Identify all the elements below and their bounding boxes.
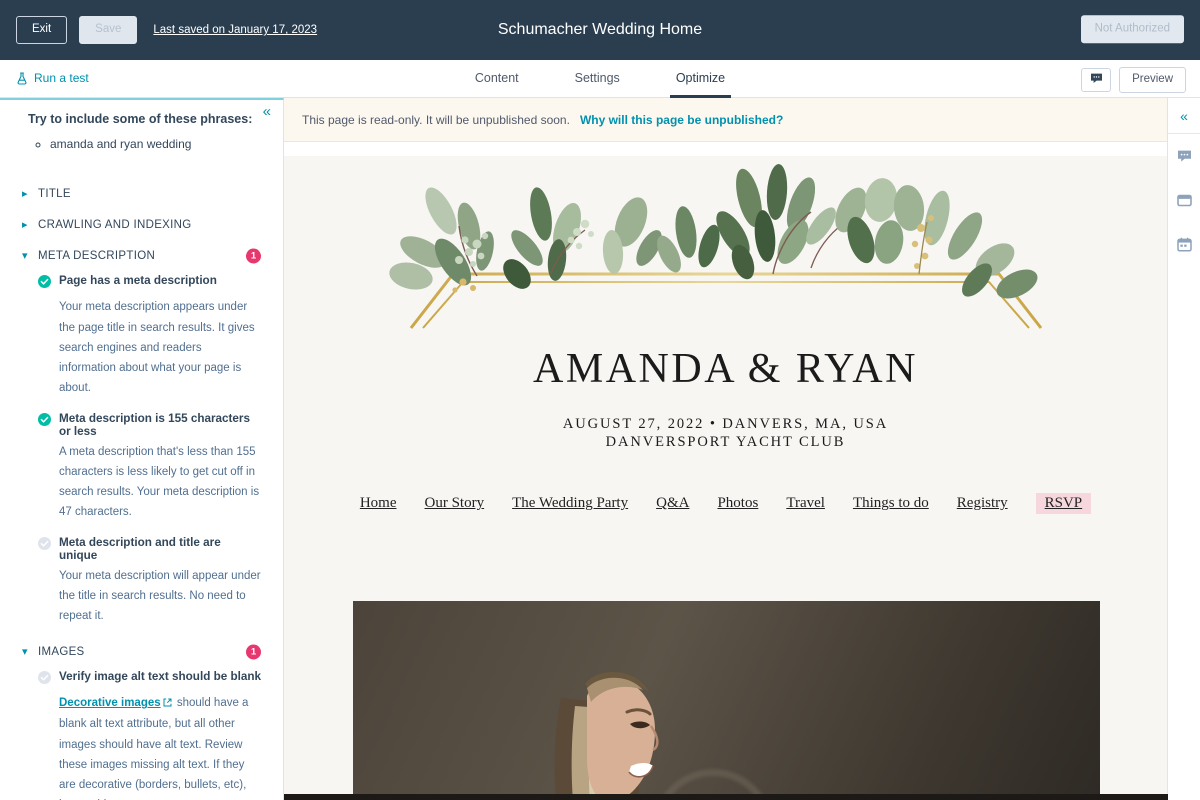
section-crawling-and-indexing[interactable]: ▸ CRAWLING AND INDEXING — [22, 209, 261, 240]
section-crawling-label: CRAWLING AND INDEXING — [38, 218, 192, 231]
comment-icon[interactable] — [1168, 134, 1200, 178]
collapse-right-icon[interactable]: « — [1168, 98, 1200, 134]
wedding-details: AUGUST 27, 2022 • DANVERS, MA, USA DANVE… — [284, 415, 1167, 451]
check-label: Meta description and title are unique — [59, 535, 221, 562]
list-item: amanda and ryan wedding — [50, 134, 283, 154]
page-preview: This page is read-only. It will be unpub… — [284, 98, 1168, 800]
preview-bottom-edge — [284, 794, 1168, 800]
site-navigation: Home Our Story The Wedding Party Q&A Pho… — [284, 493, 1167, 515]
chevron-right-icon: ▸ — [22, 219, 28, 232]
not-authorized-button[interactable]: Not Authorized — [1080, 15, 1184, 43]
status-badge: 1 — [246, 644, 261, 660]
nav-link-home[interactable]: Home — [360, 495, 397, 512]
why-unpublished-link[interactable]: Why will this page be unpublished? — [580, 113, 783, 127]
wedding-site-canvas: AMANDA & RYAN AUGUST 27, 2022 • DANVERS,… — [284, 156, 1167, 800]
tab-content[interactable]: Content — [469, 60, 525, 98]
right-tool-rail: « — [1168, 98, 1200, 800]
collapse-left-icon[interactable]: « — [259, 102, 275, 121]
wedding-venue: DANVERSPORT YACHT CLUB — [605, 434, 846, 451]
check-description: A meta description that's less than 155 … — [59, 445, 260, 519]
phrase-list: amanda and ryan wedding — [0, 134, 283, 154]
check-description-text: should have a blank alt text attribute, … — [59, 697, 249, 800]
nav-link-qa[interactable]: Q&A — [656, 495, 689, 512]
editor-tabs: Content Settings Optimize — [0, 60, 1200, 98]
wedding-date-location: AUGUST 27, 2022 • DANVERS, MA, USA — [562, 416, 889, 432]
top-bar-left-group: Exit Save Last saved on January 17, 2023 — [0, 16, 317, 44]
seo-recommendations-panel: « Try to include some of these phrases: … — [0, 98, 284, 800]
list-item: Page has a meta description Your meta de… — [22, 271, 261, 408]
check-circle-muted-icon — [38, 536, 51, 555]
nav-link-travel[interactable]: Travel — [786, 495, 825, 512]
list-item: Meta description and title are unique Yo… — [22, 533, 261, 637]
section-images[interactable]: ▾ IMAGES 1 — [22, 636, 261, 667]
status-badge: 1 — [246, 248, 261, 264]
calendar-icon[interactable] — [1168, 222, 1200, 266]
check-circle-icon — [38, 412, 51, 431]
save-button[interactable]: Save — [79, 16, 138, 44]
preview-button[interactable]: Preview — [1119, 67, 1186, 93]
check-label: Page has a meta description — [59, 274, 217, 288]
section-meta-description-label: META DESCRIPTION — [38, 249, 156, 262]
read-only-text: This page is read-only. It will be unpub… — [302, 112, 570, 127]
decorative-images-link[interactable]: Decorative images — [59, 697, 161, 709]
nav-link-photos[interactable]: Photos — [717, 495, 758, 512]
check-label: Verify image alt text should be blank — [59, 670, 261, 684]
last-saved-link[interactable]: Last saved on January 17, 2023 — [153, 24, 317, 36]
read-only-banner: This page is read-only. It will be unpub… — [284, 98, 1167, 142]
nav-link-the-wedding-party[interactable]: The Wedding Party — [512, 495, 628, 512]
check-description: Your meta description appears under the … — [59, 301, 255, 395]
chevron-down-icon: ▾ — [22, 250, 28, 263]
comment-icon — [1090, 71, 1103, 89]
couple-names: AMANDA & RYAN — [533, 346, 918, 392]
chevron-down-icon: ▾ — [22, 646, 28, 659]
nav-link-registry[interactable]: Registry — [957, 495, 1008, 512]
section-meta-description[interactable]: ▾ META DESCRIPTION 1 — [22, 240, 261, 271]
section-images-label: IMAGES — [38, 645, 85, 658]
top-bar: Exit Save Last saved on January 17, 2023… — [0, 0, 1200, 60]
nav-link-our-story[interactable]: Our Story — [425, 495, 485, 512]
tab-bar: Run a test Content Settings Optimize Pre… — [0, 60, 1200, 98]
seo-sections: ▸ TITLE ▸ CRAWLING AND INDEXING ▾ META D… — [0, 160, 283, 800]
check-description: Decorative images should have a blank al… — [59, 693, 261, 800]
check-circle-icon — [38, 275, 51, 293]
tab-optimize[interactable]: Optimize — [669, 60, 732, 98]
tab-settings[interactable]: Settings — [569, 60, 626, 98]
tab-bar-right-group: Preview — [1081, 67, 1186, 93]
nav-link-rsvp[interactable]: RSVP — [1035, 493, 1092, 515]
nav-link-things-to-do[interactable]: Things to do — [853, 495, 929, 512]
list-item: Verify image alt text should be blank De… — [22, 667, 261, 800]
section-title-label: TITLE — [38, 187, 71, 200]
section-title[interactable]: ▸ TITLE — [22, 178, 261, 209]
phrases-heading: Try to include some of these phrases: — [28, 112, 253, 126]
list-item: Meta description is 155 characters or le… — [22, 409, 261, 533]
check-circle-muted-icon — [38, 671, 51, 689]
hero-photo — [353, 601, 1100, 800]
exit-button[interactable]: Exit — [16, 16, 68, 44]
chevron-right-icon: ▸ — [22, 188, 28, 201]
window-icon[interactable] — [1168, 178, 1200, 222]
comment-button[interactable] — [1081, 67, 1112, 92]
person-illustration — [554, 672, 659, 800]
external-link-icon — [163, 694, 172, 714]
floral-wreath-image — [284, 156, 1167, 331]
check-label: Meta description is 155 characters or le… — [59, 411, 250, 438]
check-description: Your meta description will appear under … — [59, 569, 261, 622]
